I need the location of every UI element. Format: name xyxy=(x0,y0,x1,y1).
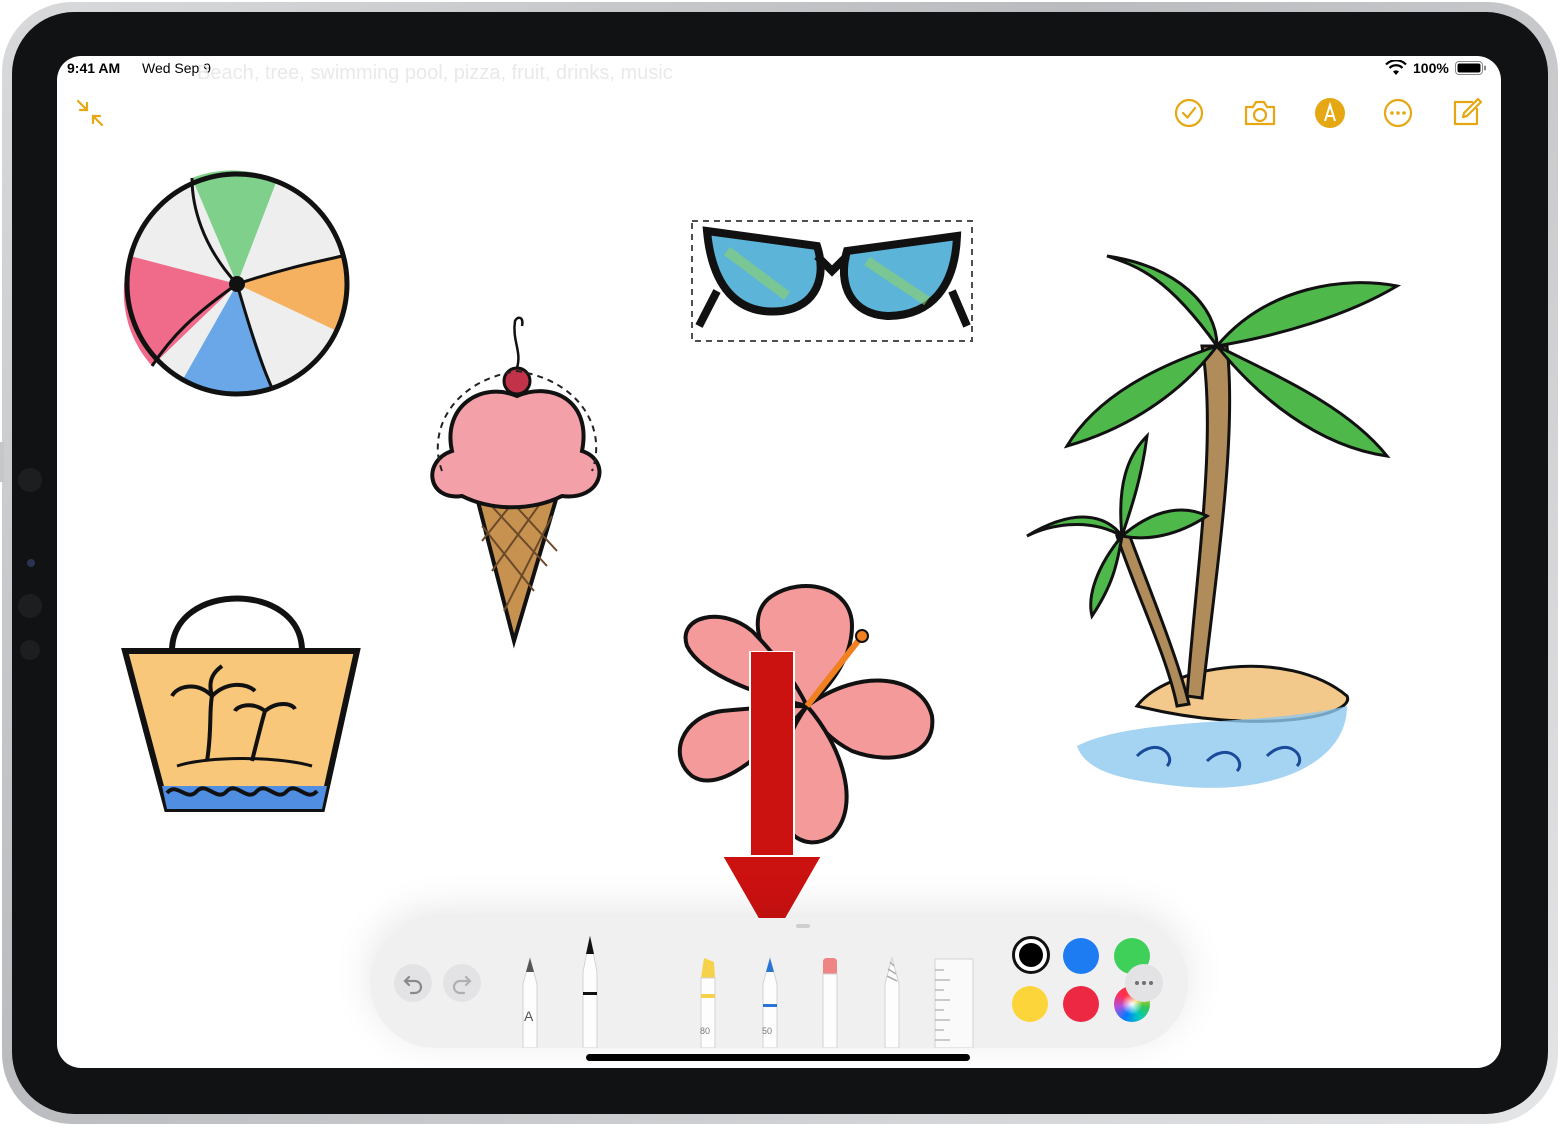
side-sensor xyxy=(20,640,40,660)
undo-button[interactable] xyxy=(394,964,432,1002)
wifi-icon xyxy=(1385,59,1407,76)
eraser-tool[interactable] xyxy=(816,956,844,1049)
ruler-tool[interactable] xyxy=(934,958,974,1049)
pen-tool[interactable] xyxy=(576,934,604,1049)
volume-button xyxy=(0,442,4,482)
monoline-pen-label: A xyxy=(524,1008,534,1024)
notes-screen: 9:41 AM Wed Sep 9 Beach, tree, swimming … xyxy=(57,56,1501,1068)
status-time: 9:41 AM xyxy=(67,60,121,76)
color-red[interactable] xyxy=(1063,986,1099,1022)
color-black[interactable] xyxy=(1012,936,1050,974)
color-yellow[interactable] xyxy=(1012,986,1048,1022)
pencil-width-label: 50 xyxy=(762,1026,773,1036)
collapse-arrows-icon[interactable] xyxy=(73,96,107,130)
note-ghost-text: Beach, tree, swimming pool, pizza, fruit… xyxy=(197,62,673,84)
tool-palette: A 80 50 xyxy=(370,918,1188,1049)
pencil-tip-circle-icon[interactable] xyxy=(1313,96,1347,130)
highlighter-width-label: 80 xyxy=(700,1026,711,1036)
battery-percent: 100% xyxy=(1413,60,1449,76)
compose-icon[interactable] xyxy=(1449,96,1483,130)
camera-icon[interactable] xyxy=(1242,96,1278,130)
color-blue[interactable] xyxy=(1063,938,1099,974)
monoline-pen-tool[interactable]: A xyxy=(516,956,544,1049)
beach-bag-drawing[interactable] xyxy=(117,571,367,826)
side-sensor xyxy=(18,594,42,618)
side-sensor xyxy=(18,468,42,492)
beach-ball-drawing[interactable] xyxy=(112,166,362,411)
highlighter-tool[interactable]: 80 xyxy=(694,956,722,1049)
palm-island-drawing[interactable] xyxy=(1017,236,1447,801)
redo-button[interactable] xyxy=(443,964,481,1002)
annotation-arrow xyxy=(720,650,824,951)
ellipsis-circle-icon[interactable] xyxy=(1381,96,1415,130)
lasso-tool[interactable] xyxy=(878,956,906,1049)
pencil-tool[interactable]: 50 xyxy=(756,956,784,1049)
palette-grabber[interactable] xyxy=(796,924,810,928)
battery-icon xyxy=(1455,61,1487,75)
sunglasses-drawing[interactable] xyxy=(687,216,977,351)
front-camera xyxy=(27,559,35,567)
checkmark-circle-icon[interactable] xyxy=(1172,96,1206,130)
palette-more-button[interactable] xyxy=(1125,964,1163,1002)
ice-cream-drawing[interactable] xyxy=(412,311,622,676)
home-indicator xyxy=(586,1054,970,1061)
